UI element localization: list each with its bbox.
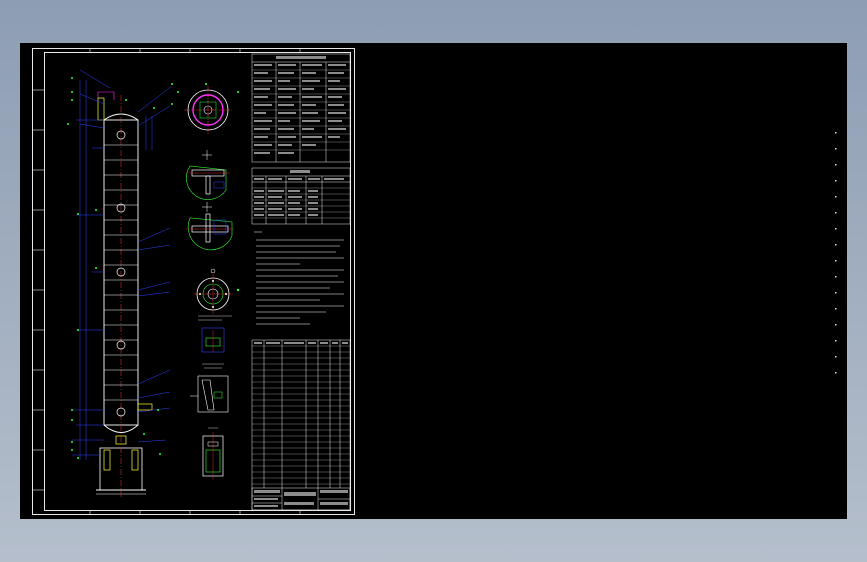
detail-c-view[interactable] xyxy=(193,268,240,314)
viewport-ticks xyxy=(835,132,837,374)
detail-e-view[interactable] xyxy=(190,363,229,413)
zone-markers-left xyxy=(32,89,44,491)
detail-d-view[interactable] xyxy=(198,315,232,353)
table-text-fill xyxy=(254,56,348,507)
parts-list-rows xyxy=(252,345,350,485)
detail-a-view[interactable] xyxy=(186,150,230,200)
top-section-view[interactable] xyxy=(177,83,239,134)
nozzle-table-rows xyxy=(252,187,350,219)
technical-notes xyxy=(254,231,344,325)
detail-f-view[interactable] xyxy=(202,427,224,480)
detail-b-view[interactable] xyxy=(186,202,234,251)
parts-list-table[interactable] xyxy=(251,339,351,511)
drawing-canvas[interactable] xyxy=(0,0,867,562)
column-elevation[interactable] xyxy=(67,69,173,498)
